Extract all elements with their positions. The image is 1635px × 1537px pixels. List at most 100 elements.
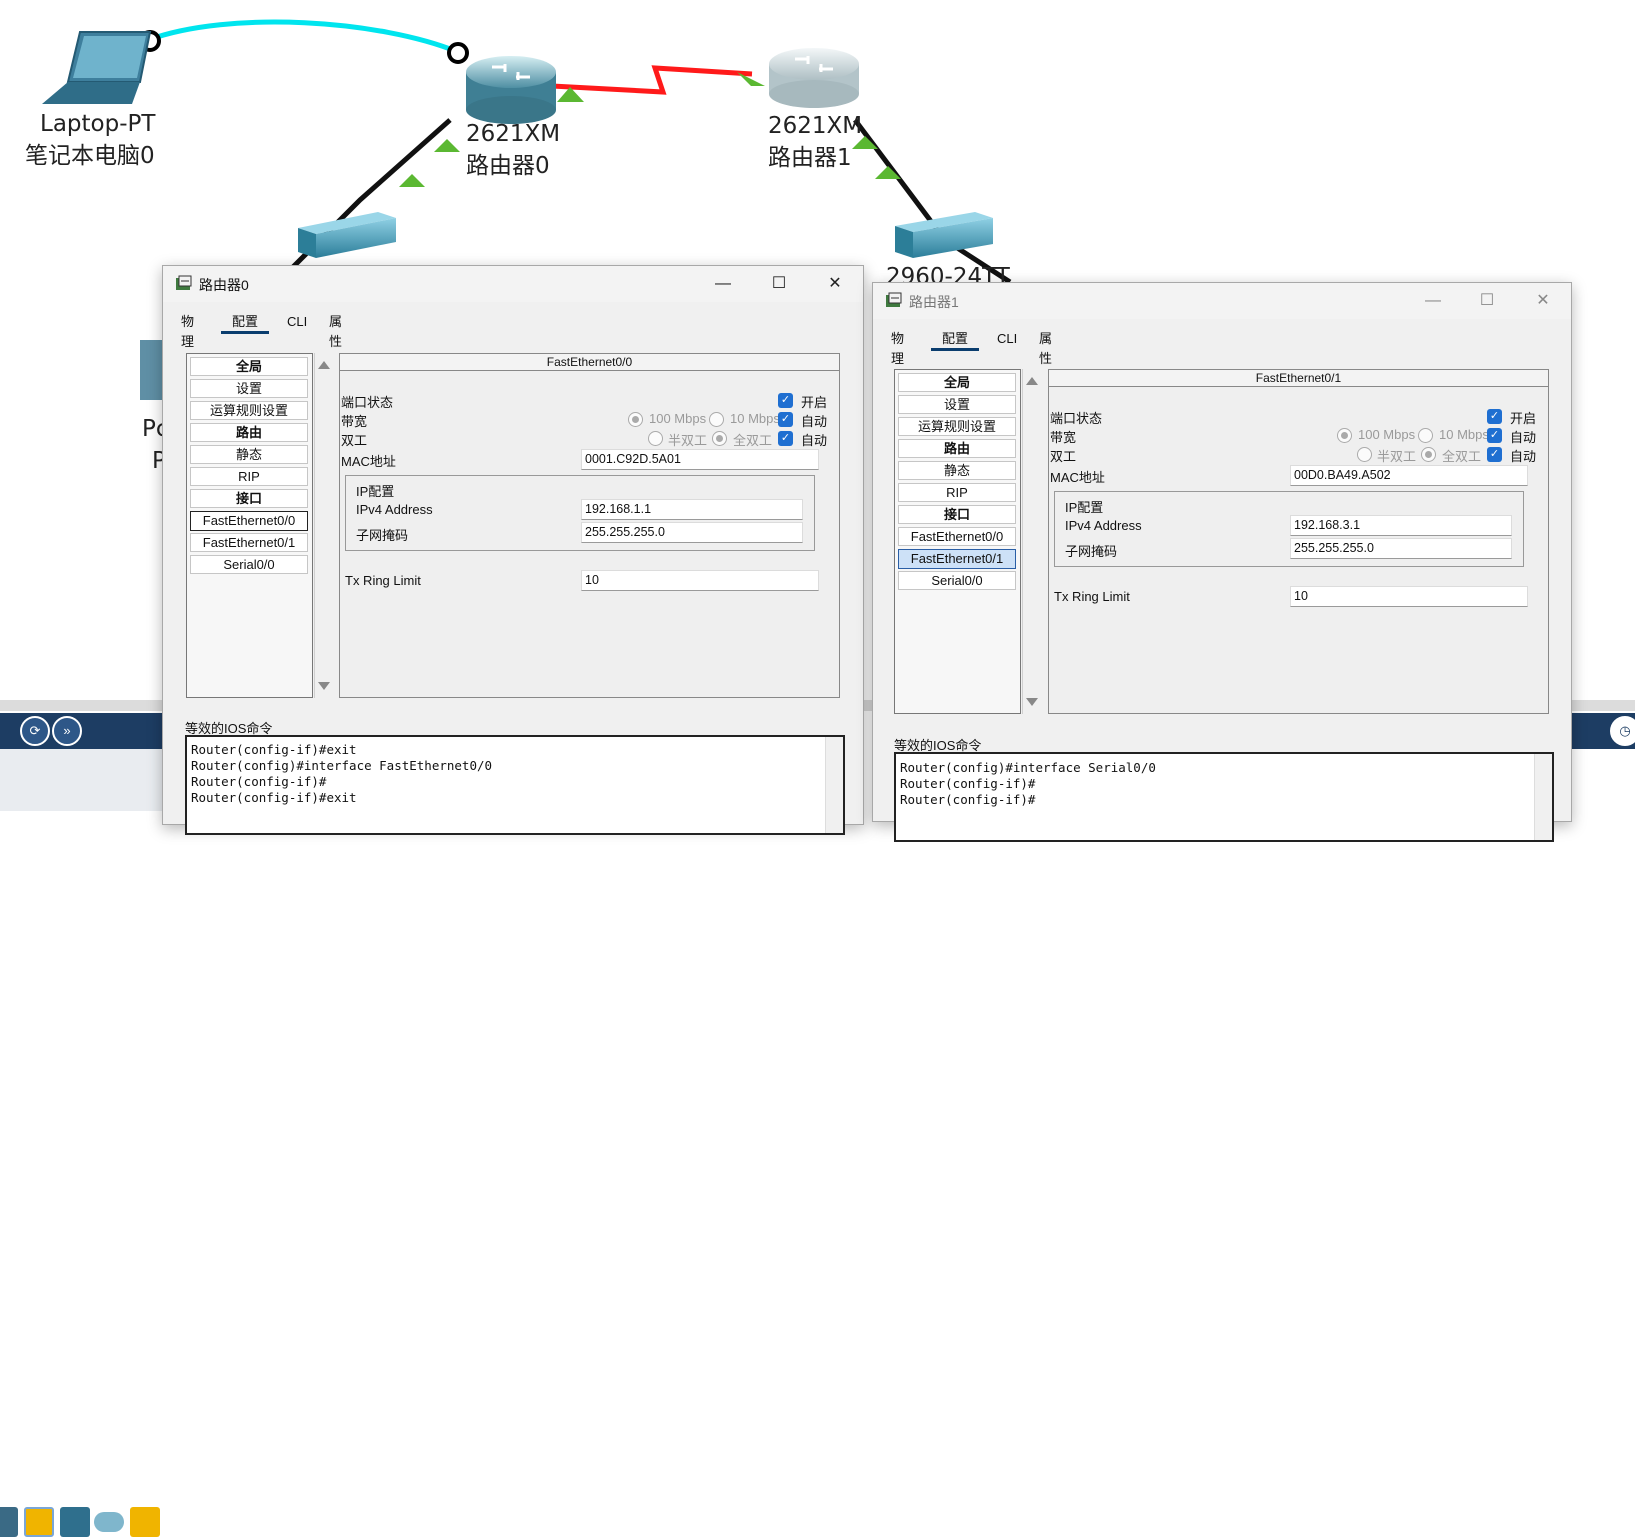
tx-ring-limit-label: Tx Ring Limit [1054,589,1130,604]
switch1-device[interactable] [895,212,993,258]
close-button[interactable]: ✕ [807,266,863,302]
bw-auto-checkbox[interactable]: ✓ [1487,428,1502,443]
port-on-checkbox[interactable]: ✓ [778,393,793,408]
ios-commands-box[interactable]: ​ Router(config-if)#exit Router(config)#… [185,735,845,835]
tab-cli[interactable]: CLI [993,329,1021,351]
nav-scrollbar[interactable] [1022,369,1040,714]
link-up-indicator [399,174,425,187]
ipv4-label: IPv4 Address [356,502,433,517]
duplex-label: 双工 [1050,449,1077,464]
nav-interface[interactable]: 接口 [190,489,308,508]
nav-settings[interactable]: 设置 [898,395,1016,414]
full-duplex-radio[interactable] [1421,447,1436,462]
nav-fastethernet0-1[interactable]: FastEthernet0/1 [190,533,308,552]
port-on-checkbox[interactable]: ✓ [1487,409,1502,424]
switch0-device[interactable] [298,212,396,258]
ios-commands-box[interactable]: Router(config)#interface Serial0/0 Route… [894,752,1554,842]
pc-device[interactable] [140,340,162,400]
window-titlebar[interactable]: 路由器0 — ☐ ✕ [163,266,863,302]
minimize-button[interactable]: — [1405,283,1461,319]
tab-attributes[interactable]: 属性 [325,312,346,349]
tx-ring-limit-field[interactable]: 10 [581,570,819,591]
window-titlebar[interactable]: 路由器1 — ☐ ✕ [873,283,1571,319]
nav-static[interactable]: 静态 [898,461,1016,480]
nav-rip[interactable]: RIP [190,467,308,486]
ipv4-field[interactable]: 192.168.3.1 [1290,515,1512,536]
full-duplex-label: 全双工 [733,433,773,448]
mac-label: MAC地址 [341,454,396,469]
mac-field[interactable]: 0001.C92D.5A01 [581,449,819,470]
nav-fastethernet0-0[interactable]: FastEthernet0/0 [898,527,1016,546]
router0-device[interactable] [466,56,556,124]
nav-algorithm-settings[interactable]: 运算规则设置 [898,417,1016,436]
mac-field[interactable]: 00D0.BA49.A502 [1290,465,1528,486]
serial-link[interactable] [551,65,753,95]
tab-physical[interactable]: 物理 [177,312,198,349]
bw-100-radio[interactable] [1337,428,1352,443]
nav-static[interactable]: 静态 [190,445,308,464]
scroll-up-icon[interactable] [318,361,330,369]
full-duplex-radio[interactable] [712,431,727,446]
subnet-mask-field[interactable]: 255.255.255.0 [1290,538,1512,559]
lightning-icon[interactable] [130,1507,160,1537]
nav-routing[interactable]: 路由 [190,423,308,442]
nav-serial0-0[interactable]: Serial0/0 [190,555,308,574]
duplex-auto-checkbox[interactable]: ✓ [778,431,793,446]
nav-algorithm-settings[interactable]: 运算规则设置 [190,401,308,420]
router0-name-label: 路由器0 [466,153,550,179]
nav-routing[interactable]: 路由 [898,439,1016,458]
nav-global[interactable]: 全局 [190,357,308,376]
router1-device[interactable] [769,48,859,108]
router0-model-label: 2621XM [466,121,561,147]
bw-auto-label: 自动 [801,414,828,429]
scroll-down-icon[interactable] [1026,698,1038,706]
ipv4-field[interactable]: 192.168.1.1 [581,499,803,520]
tx-ring-limit-field[interactable]: 10 [1290,586,1528,607]
clock-icon[interactable]: ◷ [1610,716,1635,746]
tab-physical[interactable]: 物理 [887,329,908,366]
subnet-mask-label: 子网掩码 [1065,544,1118,559]
power-cycle-icon[interactable]: ⟳ [20,716,50,746]
nav-settings[interactable]: 设置 [190,379,308,398]
bw-auto-checkbox[interactable]: ✓ [778,412,793,427]
router1-name-label: 路由器1 [768,145,852,171]
tab-cli[interactable]: CLI [283,312,311,334]
ios-scrollbar[interactable] [1534,754,1552,840]
nav-rip[interactable]: RIP [898,483,1016,502]
ios-scrollbar[interactable] [825,737,843,833]
minimize-button[interactable]: — [695,266,751,302]
maximize-button[interactable]: ☐ [1459,283,1515,319]
half-duplex-radio[interactable] [1357,447,1372,462]
nav-interface[interactable]: 接口 [898,505,1016,524]
ios-line: Router(config-if)# [191,774,327,789]
laptop-device[interactable] [42,31,152,104]
nav-global[interactable]: 全局 [898,373,1016,392]
console-cable[interactable] [147,19,459,55]
half-duplex-radio[interactable] [648,431,663,446]
cloud-icon[interactable] [94,1512,124,1532]
close-button[interactable]: ✕ [1515,283,1571,319]
nav-fastethernet0-1[interactable]: FastEthernet0/1 [898,549,1016,569]
bw-10-radio[interactable] [709,412,724,427]
scroll-up-icon[interactable] [1026,377,1038,385]
bw-100-radio[interactable] [628,412,643,427]
subnet-mask-field[interactable]: 255.255.255.0 [581,522,803,543]
nav-scrollbar[interactable] [314,353,332,698]
maximize-button[interactable]: ☐ [751,266,807,302]
tab-attributes[interactable]: 属性 [1035,329,1056,366]
nav-serial0-0[interactable]: Serial0/0 [898,571,1016,590]
connections-icon[interactable] [24,1507,54,1537]
bw-10-radio[interactable] [1418,428,1433,443]
ethernet-link-router1-switch1[interactable] [853,118,1012,285]
duplex-auto-checkbox[interactable]: ✓ [1487,447,1502,462]
tab-config[interactable]: 配置 [931,329,979,351]
ipv4-label: IPv4 Address [1065,518,1142,533]
mac-label: MAC地址 [1050,470,1105,485]
scroll-down-icon[interactable] [318,682,330,690]
nav-fastethernet0-0[interactable]: FastEthernet0/0 [190,511,308,531]
tab-config[interactable]: 配置 [221,312,269,334]
config-nav-list: 全局 设置 运算规则设置 路由 静态 RIP 接口 FastEthernet0/… [186,353,313,698]
network-devices-icon[interactable] [0,1507,18,1537]
folder-icon[interactable] [60,1507,90,1537]
fast-forward-icon[interactable]: » [52,716,82,746]
